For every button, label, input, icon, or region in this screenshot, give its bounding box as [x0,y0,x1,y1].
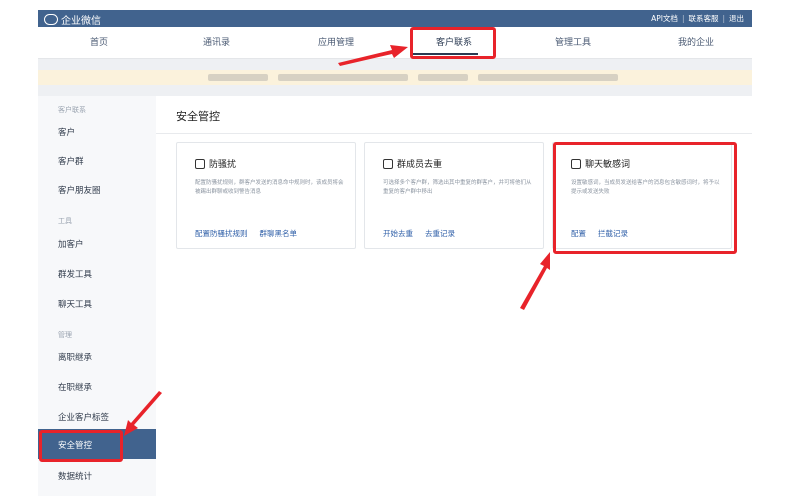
page-title: 安全管控 [176,110,220,123]
highlight-box-sensitive-words [553,142,737,254]
group-blacklist-link[interactable]: 群聊黑名单 [260,228,298,239]
sidebar-item-customer-groups[interactable]: 客户群 [58,155,84,167]
card-title: 防骚扰 [209,160,237,170]
nav-management-tools[interactable]: 管理工具 [555,35,591,48]
nav-home[interactable]: 首页 [90,35,108,48]
separator: | [722,14,725,23]
highlight-box-customer-contact [410,27,496,59]
card-description: 配置防骚扰规则，群客户发送的消息命中规则时，该成员将会被踢出群聊或收到警告消息 [195,180,344,195]
blurred-text [208,74,268,81]
separator: | [681,14,685,23]
blurred-text [478,74,618,81]
logout-link[interactable]: 退出 [729,13,744,24]
sidebar-item-moments[interactable]: 客户朋友圈 [58,184,101,196]
wecom-logo[interactable]: 企业微信 [44,12,101,27]
highlight-box-security-control [39,430,123,462]
sidebar-item-active-succession[interactable]: 在职继承 [58,381,92,393]
start-dedupe-link[interactable]: 开始去重 [383,228,413,239]
nav-app-management[interactable]: 应用管理 [318,35,354,48]
anti-harass-icon [195,158,205,169]
sidebar-group-tools: 工具 [58,217,72,225]
notice-banner [38,70,752,85]
sidebar-item-broadcast-tool[interactable]: 群发工具 [58,268,92,280]
blurred-text [278,74,408,81]
logo-text: 企业微信 [61,16,101,27]
sidebar-item-chat-tool[interactable]: 聊天工具 [58,298,92,310]
nav-my-company[interactable]: 我的企业 [678,35,714,48]
sidebar-item-departed-succession[interactable]: 离职继承 [58,351,92,363]
card-header: 群成员去重 [383,157,442,170]
dedupe-card: 群成员去重 可选择多个客户群，筛选出其中重复的群客户，并可将他们从重复的客户群中… [364,142,544,249]
card-description: 可选择多个客户群，筛选出其中重复的群客户，并可将他们从重复的客户群中移出 [383,180,532,195]
dedupe-icon [383,158,393,169]
configure-anti-harass-link[interactable]: 配置防骚扰规则 [195,228,248,239]
anti-harass-card: 防骚扰 配置防骚扰规则，群客户发送的消息命中规则时，该成员将会被踢出群聊或收到警… [176,142,356,249]
card-title: 群成员去重 [397,160,443,170]
top-links: API文档 | 联系客服 | 退出 [651,13,744,24]
sidebar-group-management: 管理 [58,331,72,339]
blurred-text [418,74,468,81]
card-actions: 配置防骚扰规则 群聊黑名单 [195,228,297,239]
sidebar-item-data-stats[interactable]: 数据统计 [58,470,92,482]
card-header: 防骚扰 [195,157,236,170]
api-docs-link[interactable]: API文档 [651,13,678,24]
wecom-logo-icon [44,14,58,25]
top-bar: 企业微信 API文档 | 联系客服 | 退出 [38,10,752,27]
card-actions: 开始去重 去重记录 [383,228,455,239]
main-nav: 首页 通讯录 应用管理 客户联系 管理工具 我的企业 [38,27,752,59]
sidebar-item-add-customer[interactable]: 加客户 [58,238,84,250]
title-divider [156,133,752,134]
nav-contacts[interactable]: 通讯录 [203,35,230,48]
sidebar-item-customers[interactable]: 客户 [58,126,75,138]
dedupe-records-link[interactable]: 去重记录 [425,228,455,239]
sidebar-item-customer-tags[interactable]: 企业客户标签 [58,411,109,423]
contact-support-link[interactable]: 联系客服 [688,13,718,24]
sidebar-group-customer-contact: 客户联系 [58,106,86,114]
